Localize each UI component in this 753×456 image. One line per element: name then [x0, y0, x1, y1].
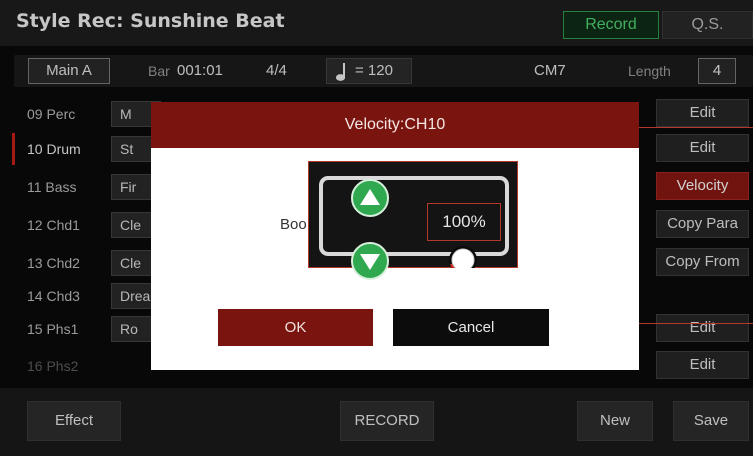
velocity-control-panel: 100% — [308, 161, 518, 280]
knob-icon[interactable] — [443, 244, 483, 274]
triangle-down-icon[interactable] — [351, 242, 389, 280]
velocity-value[interactable]: 100% — [427, 203, 501, 241]
dialog-title: Velocity:CH10 — [151, 102, 639, 148]
style-record-screen: Style Rec: Sunshine Beat Record Q.S. Mai… — [0, 0, 753, 456]
callout-line — [639, 323, 753, 324]
cancel-button[interactable]: Cancel — [393, 309, 549, 346]
velocity-dialog: Velocity:CH10 Boo 100% OK Cancel — [151, 102, 639, 370]
ok-button[interactable]: OK — [218, 309, 373, 346]
callout-line — [639, 127, 753, 128]
triangle-up-icon[interactable] — [351, 179, 389, 217]
dialog-parameter-label: Boo — [280, 216, 307, 233]
